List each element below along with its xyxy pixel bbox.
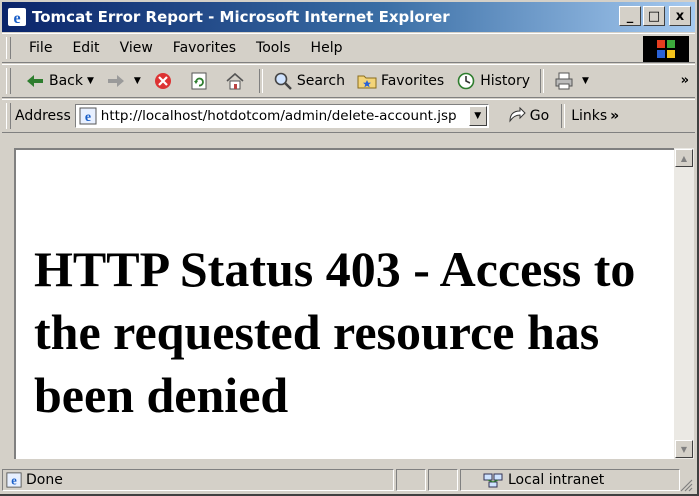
- svg-text:e: e: [11, 473, 17, 487]
- back-arrow-icon: [27, 75, 43, 87]
- ie-logo-icon: e: [8, 8, 26, 27]
- search-button[interactable]: Search: [267, 68, 351, 94]
- close-button[interactable]: x: [669, 6, 691, 26]
- address-url: http://localhost/hotdotcom/admin/delete-…: [100, 108, 457, 124]
- home-icon: [226, 72, 244, 90]
- home-button[interactable]: [219, 68, 255, 94]
- scroll-down-button[interactable]: ▼: [675, 440, 693, 458]
- status-zone: Local intranet: [508, 472, 605, 488]
- status-security-panel: [428, 469, 458, 491]
- address-input[interactable]: e http://localhost/hotdotcom/admin/delet…: [74, 104, 489, 128]
- status-text-panel: e Done: [2, 469, 394, 491]
- menu-file[interactable]: File: [19, 40, 62, 56]
- menu-help[interactable]: Help: [301, 40, 353, 56]
- toolbar-separator: [258, 69, 263, 93]
- stop-icon: [154, 73, 171, 89]
- maximize-button[interactable]: □: [643, 6, 665, 26]
- scroll-up-button[interactable]: ▲: [675, 149, 693, 167]
- status-text: Done: [26, 472, 63, 488]
- history-button[interactable]: History: [450, 68, 536, 94]
- links-more-chevron[interactable]: »: [610, 108, 619, 124]
- menu-bar: File Edit View Favorites Tools Help: [2, 33, 695, 63]
- page-content: HTTP Status 403 - Access to the requeste…: [14, 148, 674, 459]
- windows-logo-icon: [643, 36, 689, 62]
- favorites-button[interactable]: Favorites: [351, 68, 450, 94]
- forward-arrow-icon: [107, 75, 124, 87]
- history-icon: [457, 72, 475, 90]
- status-bar: e Done Local intranet: [2, 466, 695, 494]
- page-done-icon: e: [6, 472, 22, 488]
- links-label: Links: [571, 108, 608, 124]
- toolbar-grip[interactable]: [6, 68, 11, 94]
- menu-tools[interactable]: Tools: [246, 40, 301, 56]
- print-dropdown-icon[interactable]: ▼: [582, 76, 589, 86]
- title-bar[interactable]: e Tomcat Error Report - Microsoft Intern…: [2, 2, 695, 32]
- menu-edit[interactable]: Edit: [62, 40, 109, 56]
- back-button[interactable]: Back ▼: [19, 68, 100, 94]
- local-intranet-icon: [483, 473, 503, 488]
- address-label: Address: [15, 108, 71, 124]
- forward-dropdown-icon[interactable]: ▼: [134, 76, 141, 86]
- standard-toolbar: Back ▼ ▼ Search Favorites History ▼ »: [2, 64, 695, 98]
- favorites-folder-icon: [357, 75, 377, 89]
- browser-window: e Tomcat Error Report - Microsoft Intern…: [0, 0, 699, 496]
- favorites-label: Favorites: [380, 73, 445, 89]
- back-label: Back: [49, 73, 83, 89]
- go-label: Go: [529, 108, 550, 124]
- forward-button[interactable]: ▼: [100, 68, 147, 94]
- printer-icon: [555, 72, 573, 90]
- stop-button[interactable]: [147, 68, 183, 94]
- minimize-button[interactable]: _: [619, 6, 641, 26]
- toolbar-grip[interactable]: [6, 36, 11, 60]
- menu-view[interactable]: View: [110, 40, 163, 56]
- go-arrow-icon: [509, 106, 526, 123]
- links-button[interactable]: Links »: [571, 108, 619, 124]
- resize-grip-icon[interactable]: [679, 478, 693, 492]
- page-icon: e: [79, 107, 97, 125]
- menu-favorites[interactable]: Favorites: [163, 40, 246, 56]
- refresh-icon: [191, 72, 207, 90]
- refresh-button[interactable]: [183, 68, 219, 94]
- status-progress-panel: [396, 469, 426, 491]
- window-title: Tomcat Error Report - Microsoft Internet…: [32, 8, 450, 26]
- toolbar-separator: [540, 69, 545, 93]
- status-zone-panel: Local intranet: [460, 469, 680, 491]
- print-button[interactable]: ▼: [548, 68, 595, 94]
- back-dropdown-icon[interactable]: ▼: [87, 76, 94, 86]
- search-label: Search: [296, 73, 345, 89]
- error-heading: HTTP Status 403 - Access to the requeste…: [34, 241, 636, 423]
- toolbar-grip[interactable]: [6, 103, 11, 129]
- toolbar-more-chevron[interactable]: »: [681, 73, 689, 88]
- svg-text:e: e: [13, 10, 20, 26]
- search-icon: [274, 72, 292, 90]
- svg-text:e: e: [85, 110, 91, 125]
- toolbar-separator: [561, 104, 566, 128]
- address-bar: Address e http://localhost/hotdotcom/adm…: [2, 99, 695, 133]
- go-button[interactable]: Go: [507, 106, 549, 126]
- history-label: History: [480, 73, 531, 89]
- address-dropdown-icon[interactable]: ▼: [468, 106, 487, 126]
- vertical-scrollbar[interactable]: ▲ ▼: [674, 148, 694, 459]
